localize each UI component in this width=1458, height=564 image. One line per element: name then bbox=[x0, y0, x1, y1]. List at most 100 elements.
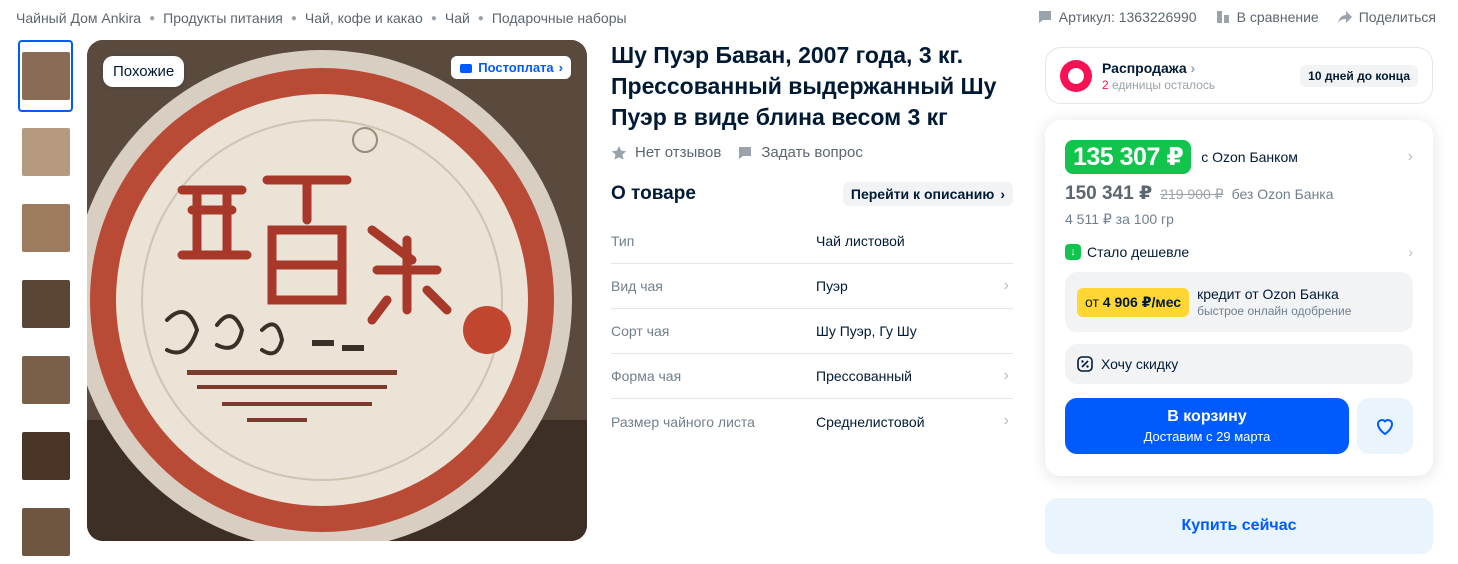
days-left-badge: 10 дней до конца bbox=[1300, 64, 1418, 87]
breadcrumb-item-food[interactable]: Продукты питания bbox=[163, 10, 283, 26]
product-title: Шу Пуэр Баван, 2007 года, 3 кг. Прессова… bbox=[611, 42, 997, 130]
breadcrumb-item-gift-sets[interactable]: Подарочные наборы bbox=[492, 10, 627, 26]
goto-description-label: Перейти к описанию bbox=[850, 186, 995, 202]
sale-count: 2 bbox=[1102, 77, 1109, 92]
bank-price-note: с Ozon Банком bbox=[1201, 149, 1298, 165]
similar-button[interactable]: Похожие bbox=[103, 56, 185, 87]
thumbnail-7[interactable] bbox=[18, 496, 73, 564]
spec-name: Тип bbox=[611, 233, 635, 249]
compare-icon bbox=[1216, 11, 1229, 23]
thumbnail-image bbox=[21, 508, 70, 556]
ask-question-link[interactable]: Задать вопрос bbox=[737, 144, 863, 161]
thumbnail-1[interactable] bbox=[18, 40, 73, 112]
credit-from: от bbox=[1085, 293, 1103, 310]
spec-name: Вид чая bbox=[611, 278, 663, 294]
thumbnail-image bbox=[21, 52, 70, 100]
spec-value: Пуэр bbox=[816, 278, 848, 294]
credit-text: кредит от Ozon Банка быстрое онлайн одоб… bbox=[1197, 286, 1351, 318]
chevron-right-icon: › bbox=[558, 60, 563, 75]
sale-remaining: единицы осталось bbox=[1108, 77, 1216, 92]
star-icon bbox=[611, 145, 627, 160]
add-to-cart-button[interactable]: В корзину Доставим с 29 марта bbox=[1065, 398, 1349, 454]
wallet-icon bbox=[460, 63, 473, 73]
product-meta: Нет отзывов Задать вопрос bbox=[611, 144, 863, 161]
bank-price-row[interactable]: 135 307 ₽ с Ozon Банком › bbox=[1065, 140, 1413, 174]
breadcrumb-separator: ● bbox=[430, 12, 437, 24]
compare-button[interactable]: В сравнение bbox=[1215, 9, 1319, 25]
breadcrumb-separator: ● bbox=[290, 12, 297, 24]
chevron-right-icon: › bbox=[1003, 367, 1009, 384]
buy-now-button[interactable]: Купить сейчас bbox=[1045, 498, 1433, 554]
ask-question-label: Задать вопрос bbox=[761, 144, 863, 161]
breadcrumb: Чайный Дом Ankira ● Продукты питания ● Ч… bbox=[16, 10, 627, 26]
thumbnail-3[interactable] bbox=[18, 192, 73, 264]
thumbnail-image bbox=[21, 280, 70, 328]
old-price: 219 900 ₽ bbox=[1160, 186, 1224, 202]
reviews-link[interactable]: Нет отзывов bbox=[611, 144, 721, 161]
thumbnail-image bbox=[21, 204, 70, 252]
thumbnail-5[interactable] bbox=[18, 344, 73, 416]
sale-title: Распродажа bbox=[1102, 59, 1187, 76]
discount-icon bbox=[1077, 356, 1093, 372]
chevron-right-icon: › bbox=[1407, 148, 1413, 165]
postpay-badge[interactable]: Постоплата › bbox=[451, 56, 571, 79]
want-discount-button[interactable]: Хочу скидку bbox=[1065, 344, 1413, 384]
price-card: 135 307 ₽ с Ozon Банком › 150 341 ₽ 219 … bbox=[1045, 120, 1433, 476]
spec-row-type: Тип Чай листовой bbox=[611, 219, 1013, 264]
chevron-right-icon: › bbox=[1003, 412, 1009, 429]
spec-row-leaf-size[interactable]: Размер чайного листа Среднелистовой › bbox=[611, 399, 1013, 444]
breadcrumb-separator: ● bbox=[477, 12, 484, 24]
sale-card[interactable]: Распродажа › 2 единицы осталось 10 дней … bbox=[1045, 47, 1433, 104]
credit-badge: от 4 906 ₽/мес bbox=[1077, 287, 1190, 317]
sale-text: Распродажа › 2 единицы осталось bbox=[1102, 60, 1215, 92]
share-button[interactable]: Поделиться bbox=[1337, 9, 1436, 25]
sale-logo-icon bbox=[1060, 59, 1092, 92]
want-discount-label: Хочу скидку bbox=[1101, 356, 1179, 372]
chat-icon bbox=[1038, 11, 1051, 23]
breadcrumb-item-tea-coffee[interactable]: Чай, кофе и какао bbox=[305, 10, 423, 26]
postpay-label: Постоплата bbox=[478, 60, 554, 75]
spec-row-tea-sort: Сорт чая Шу Пуэр, Гу Шу bbox=[611, 309, 1013, 354]
spec-row-tea-form[interactable]: Форма чая Прессованный › bbox=[611, 354, 1013, 399]
spec-name: Форма чая bbox=[611, 368, 682, 384]
thumbnail-list bbox=[18, 40, 73, 564]
spec-value: Среднелистовой bbox=[816, 413, 925, 430]
main-product-image[interactable]: Похожие Постоплата › bbox=[87, 40, 587, 541]
heart-icon bbox=[1376, 419, 1394, 436]
price-per-unit: 4 511 ₽ за 100 гр bbox=[1065, 211, 1174, 227]
regular-price: 150 341 ₽ bbox=[1065, 183, 1153, 204]
spec-row-tea-kind[interactable]: Вид чая Пуэр › bbox=[611, 264, 1013, 309]
add-to-cart-label: В корзину bbox=[1167, 408, 1247, 425]
thumbnail-2[interactable] bbox=[18, 116, 73, 188]
question-icon bbox=[739, 146, 752, 159]
thumbnail-image bbox=[21, 128, 70, 176]
chevron-right-icon: › bbox=[1190, 59, 1196, 76]
article-number[interactable]: Артикул: 1363226990 bbox=[1037, 9, 1197, 25]
credit-amount: 4 906 ₽/мес bbox=[1102, 293, 1182, 310]
reviews-label: Нет отзывов bbox=[635, 144, 722, 161]
share-label: Поделиться bbox=[1358, 9, 1436, 25]
breadcrumb-item-store[interactable]: Чайный Дом Ankira bbox=[16, 10, 141, 26]
spec-name: Сорт чая bbox=[611, 323, 670, 339]
price-dropped-row[interactable]: ↓ Стало дешевле › bbox=[1065, 244, 1413, 260]
share-icon bbox=[1337, 11, 1352, 23]
chevron-right-icon: › bbox=[1003, 277, 1009, 294]
thumbnail-4[interactable] bbox=[18, 268, 73, 340]
chevron-right-icon: › bbox=[1000, 186, 1005, 202]
spec-value: Прессованный bbox=[816, 368, 912, 384]
tea-cake-photo bbox=[87, 40, 587, 541]
breadcrumb-item-tea[interactable]: Чай bbox=[445, 10, 470, 26]
arrow-down-icon: ↓ bbox=[1065, 244, 1081, 260]
thumbnail-6[interactable] bbox=[18, 420, 73, 492]
goto-description-button[interactable]: Перейти к описанию › bbox=[842, 182, 1013, 206]
thumbnail-image bbox=[21, 432, 70, 480]
spec-value: Шу Пуэр, Гу Шу bbox=[816, 323, 917, 339]
price-dropped-label: Стало дешевле bbox=[1087, 244, 1190, 260]
spec-name: Размер чайного листа bbox=[611, 413, 755, 430]
about-title: О товаре bbox=[611, 183, 696, 204]
article-label: Артикул: 1363226990 bbox=[1058, 9, 1197, 25]
compare-label: В сравнение bbox=[1236, 9, 1319, 25]
favorite-button[interactable] bbox=[1357, 398, 1413, 454]
credit-offer[interactable]: от 4 906 ₽/мес кредит от Ozon Банка быст… bbox=[1065, 272, 1413, 332]
spec-list: Тип Чай листовой Вид чая Пуэр › Сорт чая… bbox=[611, 219, 1013, 444]
